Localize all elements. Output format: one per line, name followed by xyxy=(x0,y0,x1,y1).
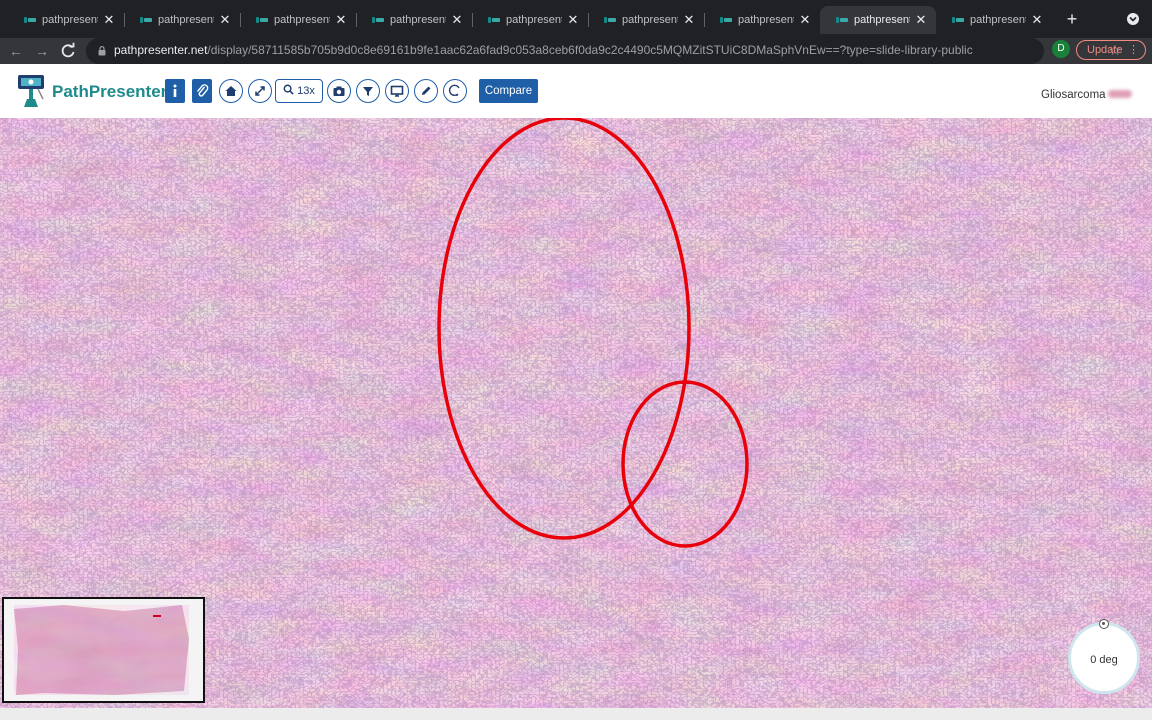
info-button[interactable] xyxy=(165,79,185,103)
zoom-level: 13x xyxy=(297,85,315,97)
close-tab-icon[interactable]: ✕ xyxy=(102,12,116,28)
browser-tab[interactable]: pathpresenter.net ✕ xyxy=(588,6,704,34)
rotation-control[interactable]: 0 deg xyxy=(1068,619,1140,694)
favicon-icon xyxy=(488,16,500,24)
home-button[interactable] xyxy=(219,79,243,103)
favicon-icon xyxy=(24,16,36,24)
viewport-marker xyxy=(153,615,161,617)
close-tab-icon[interactable]: ✕ xyxy=(218,12,232,28)
camera-icon xyxy=(333,86,345,96)
url-text: pathpresenter.net/display/58711585b705b9… xyxy=(114,43,973,57)
favicon-icon xyxy=(372,16,384,24)
tab-title: pathpresenter.net xyxy=(274,14,330,26)
slide-title: Gliosarcoma xyxy=(1041,89,1106,101)
browser-tab[interactable]: pathpresenter.net ✕ xyxy=(124,6,240,34)
favicon-icon xyxy=(604,16,616,24)
filter-icon xyxy=(363,87,373,96)
browser-tab[interactable]: pathpresenter.net ✕ xyxy=(936,6,1052,34)
browser-toolbar: ← → pathpresenter.net/display/58711585b7… xyxy=(0,38,1152,64)
back-icon[interactable]: ← xyxy=(6,41,26,61)
close-tab-icon[interactable]: ✕ xyxy=(914,12,928,28)
close-tab-icon[interactable]: ✕ xyxy=(682,12,696,28)
browser-tab[interactable]: pathpresenter.net ✕ xyxy=(8,6,124,34)
profile-avatar[interactable]: D xyxy=(1052,40,1070,58)
close-tab-icon[interactable]: ✕ xyxy=(334,12,348,28)
overview-navigator[interactable] xyxy=(2,597,205,703)
tab-title: pathpresenter.net xyxy=(738,14,794,26)
redacted-label xyxy=(1108,90,1132,98)
zoom-button[interactable]: 13x xyxy=(275,79,323,103)
attach-button[interactable] xyxy=(192,79,212,103)
url-path: /display/58711585b705b9d0c8e69161b9fe1aa… xyxy=(207,43,973,57)
browser-tab[interactable]: pathpresenter.net ✕ xyxy=(240,6,356,34)
filter-button[interactable] xyxy=(356,79,380,103)
tab-title: pathpresenter.net xyxy=(42,14,98,26)
rotation-label: 0 deg xyxy=(1090,654,1118,666)
lasso-icon xyxy=(448,84,460,97)
tab-title: pathpresenter.net xyxy=(158,14,214,26)
home-icon xyxy=(225,86,237,96)
update-label: Update xyxy=(1087,44,1123,56)
address-bar[interactable]: pathpresenter.net/display/58711585b705b9… xyxy=(86,38,1121,64)
present-button[interactable] xyxy=(385,79,409,103)
close-tab-icon[interactable]: ✕ xyxy=(566,12,580,28)
rotation-knob-icon[interactable] xyxy=(1099,619,1109,629)
slide-thumbnail[interactable] xyxy=(4,599,203,701)
close-tab-icon[interactable]: ✕ xyxy=(450,12,464,28)
new-tab-button[interactable]: + xyxy=(1062,8,1082,30)
browser-tab[interactable]: pathpresenter.net ✕ xyxy=(472,6,588,34)
expand-icon xyxy=(255,86,265,96)
forward-icon[interactable]: → xyxy=(32,41,52,61)
reload-icon[interactable] xyxy=(58,41,78,61)
favicon-icon xyxy=(720,16,732,24)
tab-title: pathpresenter.net xyxy=(854,14,910,26)
favicon-icon xyxy=(140,16,152,24)
pencil-icon xyxy=(422,86,431,95)
app-header: PathPresenter 13x Compare Gliosarcoma xyxy=(0,64,1152,118)
browser-tab[interactable]: pathpresenter.net ✕ xyxy=(704,6,820,34)
monitor-icon xyxy=(390,85,404,97)
lock-icon xyxy=(98,46,106,56)
paperclip-icon xyxy=(196,84,209,97)
compare-button[interactable]: Compare xyxy=(479,79,538,103)
info-icon xyxy=(173,84,177,97)
browser-tab-strip: pathpresenter.net ✕ pathpresenter.net ✕ … xyxy=(0,0,1152,38)
favicon-icon xyxy=(952,16,964,24)
browser-tab-active[interactable]: pathpresenter.net ✕ xyxy=(820,6,936,34)
tab-search-icon[interactable] xyxy=(1126,12,1140,26)
update-button[interactable]: Update ⋮ xyxy=(1076,40,1146,60)
tab-title: pathpresenter.net xyxy=(622,14,678,26)
tab-title: pathpresenter.net xyxy=(506,14,562,26)
more-menu-icon[interactable]: ⋮ xyxy=(1128,41,1139,59)
favicon-icon xyxy=(256,16,268,24)
brand-name: PathPresenter xyxy=(52,82,168,101)
close-tab-icon[interactable]: ✕ xyxy=(798,12,812,28)
bottom-bar xyxy=(0,708,1152,720)
lasso-button[interactable] xyxy=(443,79,467,103)
tab-title: pathpresenter.net xyxy=(970,14,1026,26)
fullscreen-button[interactable] xyxy=(248,79,272,103)
pathpresenter-logo-icon xyxy=(18,75,44,107)
annotate-button[interactable] xyxy=(414,79,438,103)
close-tab-icon[interactable]: ✕ xyxy=(1030,12,1044,28)
url-host: pathpresenter.net xyxy=(114,43,208,57)
tab-title: pathpresenter.net xyxy=(390,14,446,26)
browser-tab[interactable]: pathpresenter.net ✕ xyxy=(356,6,472,34)
snapshot-button[interactable] xyxy=(327,79,351,103)
zoom-magnifier-icon xyxy=(283,84,294,95)
favicon-icon xyxy=(836,16,848,24)
